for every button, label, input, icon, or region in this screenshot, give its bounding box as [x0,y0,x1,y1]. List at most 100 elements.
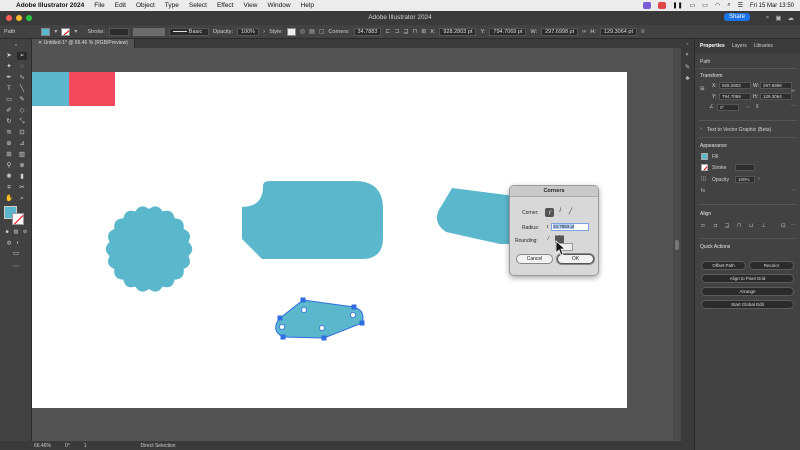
stroke-none-swatch[interactable] [61,27,71,36]
status-record-icon[interactable] [657,2,666,9]
link-icon[interactable]: ∞ [791,88,795,94]
opacity-label[interactable]: Opacity [712,177,729,183]
start-global-edit-button[interactable]: Start Global Edit [701,300,794,309]
menu-edit[interactable]: Edit [115,2,126,9]
stroke-swatch[interactable] [701,164,708,171]
variable-width-field[interactable] [132,27,165,36]
shape-builder-icon[interactable]: ⊕ [4,140,14,148]
align-center-icon[interactable]: ⊐ [394,28,399,35]
recolor-button[interactable]: Recolor [749,261,794,270]
align-left-icon[interactable]: ⊏ [385,28,390,35]
stroke-weight-field[interactable] [108,27,129,36]
eraser-icon[interactable]: ◇ [17,107,27,115]
curvature-icon[interactable]: ∿ [17,74,27,82]
reference-point-icon[interactable]: ⊞ [700,86,705,92]
document-tab[interactable]: ✕ Untitled-1* @ 66.46 % (RGB/Preview) [32,39,135,48]
tab-properties[interactable]: Properties [700,43,725,49]
menu-type[interactable]: Type [165,2,179,9]
type-tool-icon[interactable]: T [4,85,14,93]
battery-icon[interactable]: ▭ [702,2,708,9]
symbol-sprayer-icon[interactable]: ✺ [4,173,14,181]
stroke-label[interactable]: Stroke: [87,29,104,35]
x-field[interactable]: 928.2803 pt [439,27,477,36]
opacity-label[interactable]: Opacity: [213,29,233,35]
transform-icon[interactable]: ⊞ [421,28,426,35]
w-field[interactable]: 297.6998 [760,82,792,89]
chamfer-corner-icon[interactable]: ╱ [566,208,575,217]
selection-tool-icon[interactable]: ➤ [4,52,14,60]
align-right-icon[interactable]: ⊒ [725,223,730,229]
style-label[interactable]: Style: [269,29,283,35]
flip-horizontal-icon[interactable]: ⇔ [745,104,751,110]
eyedropper-icon[interactable]: ⚲ [4,162,14,170]
shape-icon[interactable]: ▢ [319,28,325,35]
zoom-tool-icon[interactable]: ⌕ [17,195,27,203]
search-icon[interactable]: ⌕ [766,14,770,22]
scale-icon[interactable]: ⤡ [17,118,27,126]
menu-window[interactable]: Window [267,2,290,9]
y-field[interactable]: 794.7069 [719,93,751,100]
chevron-right-icon[interactable]: › [758,176,760,182]
graphic-style-swatch[interactable] [286,27,296,36]
recolor-icon[interactable]: ◎ [300,28,305,35]
align-right-icon[interactable]: ⊒ [403,28,408,35]
slice-icon[interactable]: ✂ [17,184,27,192]
artboard-tool-icon[interactable]: ⌗ [4,184,14,192]
status-app-icon[interactable] [642,2,651,9]
screen-icon[interactable]: ▭ [690,2,696,9]
pause-icon[interactable]: ❚❚ [673,2,683,9]
cloud-icon[interactable]: ☁ [788,14,795,22]
chevron-down-icon[interactable]: ▾ [74,28,77,35]
control-center-icon[interactable]: ☰ [738,2,743,9]
align-pixel-grid-button[interactable]: Align to Pixel Grid [701,274,794,283]
gradient-icon[interactable]: ▥ [17,151,27,159]
none-mode-icon[interactable]: ⊘ [20,228,30,236]
collapse-icon[interactable]: » [11,41,21,49]
graph-tool-icon[interactable]: ▮ [17,173,27,181]
zoom-level[interactable]: 66.46% [34,443,51,449]
fill-label[interactable]: Fill [712,154,718,160]
pen-tool-icon[interactable]: ✒ [4,74,14,82]
arrange-button[interactable]: Arrange [701,287,794,296]
y-field[interactable]: 794.7069 pt [489,27,527,36]
blend-icon[interactable]: ⊗ [17,162,27,170]
more-options-icon[interactable]: ≡ [641,29,645,35]
symbols-panel-icon[interactable]: ♣ [683,75,692,83]
align-bottom-icon[interactable]: ⊥ [761,223,766,229]
fx-icon[interactable]: fx [701,188,705,194]
x-field[interactable]: 928.2803 [719,82,751,89]
draw-behind-icon[interactable]: ◐ [13,239,23,247]
align-to-icon[interactable]: ⊡ [781,223,786,229]
artboard-number[interactable]: 1 [84,443,87,449]
wifi-icon[interactable]: ◠ [715,2,720,9]
magic-wand-icon[interactable]: ✦ [4,63,14,71]
screen-mode-icon[interactable]: ▭ [11,250,21,258]
more-options-icon[interactable]: ⋯ [791,104,797,110]
flip-vertical-icon[interactable]: ⇕ [755,104,760,110]
rotate-icon[interactable]: ↻ [4,118,14,126]
menu-effect[interactable]: Effect [217,2,234,9]
collapse-icon[interactable]: « [683,41,692,49]
vertical-scrollbar[interactable] [673,48,681,440]
fill-swatch[interactable] [701,153,708,160]
scroll-thumb[interactable] [675,240,679,250]
stroke-label[interactable]: Stroke [712,165,726,171]
offset-path-button[interactable]: Offset Path [701,261,746,270]
menu-app-name[interactable]: Adobe Illustrator 2024 [16,2,84,9]
align-icon[interactable]: ▤ [309,28,315,35]
search-icon[interactable]: ⌕ [727,2,730,9]
more-options-icon[interactable]: ⋯ [791,223,797,229]
corners-field[interactable]: 34.7883 [353,27,382,36]
perspective-icon[interactable]: ⊿ [17,140,27,148]
text-to-vector-link[interactable]: Text to Vector Graphic (Beta) [707,127,771,133]
menu-select[interactable]: Select [189,2,207,9]
stroke-weight-field[interactable] [735,164,755,171]
mesh-icon[interactable]: ⊞ [4,151,14,159]
chevron-right-icon[interactable]: › [700,126,702,132]
cancel-button[interactable]: Cancel [516,254,553,264]
w-field[interactable]: 297.6998 pt [541,27,579,36]
h-field[interactable]: 129.3064 [760,93,792,100]
corners-label[interactable]: Corners: [328,29,349,35]
link-icon[interactable]: ∞ [582,29,586,35]
line-tool-icon[interactable]: ╲ [17,85,27,93]
